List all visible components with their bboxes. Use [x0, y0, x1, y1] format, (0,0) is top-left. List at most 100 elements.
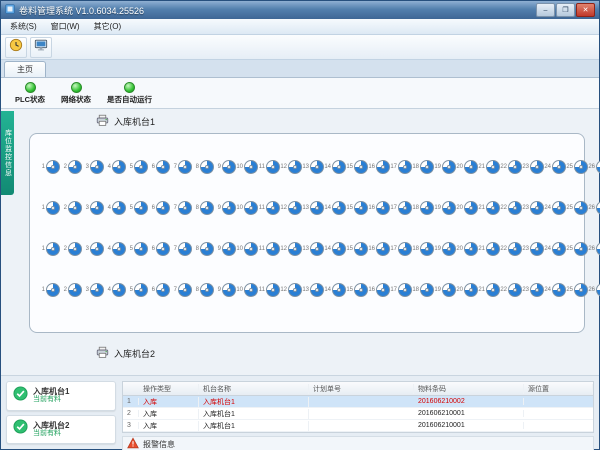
- column-header[interactable]: 源位置: [524, 384, 593, 394]
- coil-position[interactable]: 20: [456, 283, 478, 297]
- coil-position[interactable]: 17: [390, 160, 412, 174]
- menu-item[interactable]: 其它(O): [87, 21, 129, 32]
- coil-position[interactable]: 23: [522, 160, 544, 174]
- coil-position[interactable]: 20: [456, 160, 478, 174]
- coil-position[interactable]: 19: [434, 201, 456, 215]
- coil-position[interactable]: 17: [390, 201, 412, 215]
- coil-position[interactable]: 16: [368, 242, 390, 256]
- minimize-button[interactable]: –: [536, 3, 555, 17]
- coil-position[interactable]: 13: [302, 201, 324, 215]
- coil-position[interactable]: 6: [148, 201, 170, 215]
- side-tab[interactable]: 库位监控信息: [1, 111, 14, 195]
- coil-position[interactable]: 1: [38, 160, 60, 174]
- monitor-button[interactable]: [30, 37, 52, 58]
- coil-position[interactable]: 6: [148, 160, 170, 174]
- coil-position[interactable]: 11: [258, 283, 280, 297]
- coil-position[interactable]: 25: [566, 242, 588, 256]
- coil-position[interactable]: 23: [522, 201, 544, 215]
- coil-position[interactable]: 19: [434, 242, 456, 256]
- coil-position[interactable]: 21: [478, 242, 500, 256]
- coil-position[interactable]: 13: [302, 283, 324, 297]
- coil-position[interactable]: 21: [478, 201, 500, 215]
- coil-position[interactable]: 9: [214, 242, 236, 256]
- history-button[interactable]: [5, 37, 27, 58]
- coil-position[interactable]: 26: [588, 201, 600, 215]
- column-header[interactable]: 计划单号: [309, 384, 414, 394]
- coil-position[interactable]: 9: [214, 201, 236, 215]
- coil-position[interactable]: 5: [126, 201, 148, 215]
- coil-position[interactable]: 9: [214, 283, 236, 297]
- coil-position[interactable]: 24: [544, 160, 566, 174]
- coil-position[interactable]: 18: [412, 201, 434, 215]
- coil-position[interactable]: 19: [434, 160, 456, 174]
- coil-position[interactable]: 20: [456, 242, 478, 256]
- coil-position[interactable]: 16: [368, 160, 390, 174]
- coil-position[interactable]: 23: [522, 283, 544, 297]
- coil-position[interactable]: 15: [346, 242, 368, 256]
- printer-icon[interactable]: [96, 346, 109, 361]
- coil-position[interactable]: 14: [324, 160, 346, 174]
- coil-position[interactable]: 3: [82, 201, 104, 215]
- coil-position[interactable]: 10: [236, 160, 258, 174]
- coil-position[interactable]: 7: [170, 283, 192, 297]
- coil-position[interactable]: 12: [280, 201, 302, 215]
- printer-icon[interactable]: [96, 114, 109, 129]
- coil-position[interactable]: 12: [280, 242, 302, 256]
- coil-position[interactable]: 4: [104, 242, 126, 256]
- coil-position[interactable]: 10: [236, 201, 258, 215]
- coil-position[interactable]: 6: [148, 242, 170, 256]
- menu-item[interactable]: 系统(S): [3, 21, 44, 32]
- coil-position[interactable]: 5: [126, 160, 148, 174]
- coil-position[interactable]: 26: [588, 160, 600, 174]
- coil-position[interactable]: 22: [500, 201, 522, 215]
- coil-position[interactable]: 26: [588, 242, 600, 256]
- coil-position[interactable]: 8: [192, 242, 214, 256]
- coil-position[interactable]: 2: [60, 201, 82, 215]
- coil-position[interactable]: 1: [38, 283, 60, 297]
- coil-position[interactable]: 24: [544, 242, 566, 256]
- coil-position[interactable]: 4: [104, 160, 126, 174]
- coil-position[interactable]: 19: [434, 283, 456, 297]
- coil-position[interactable]: 20: [456, 201, 478, 215]
- coil-position[interactable]: 2: [60, 160, 82, 174]
- coil-position[interactable]: 7: [170, 242, 192, 256]
- coil-position[interactable]: 12: [280, 160, 302, 174]
- coil-position[interactable]: 17: [390, 283, 412, 297]
- coil-position[interactable]: 3: [82, 283, 104, 297]
- coil-position[interactable]: 21: [478, 283, 500, 297]
- machine-card[interactable]: 入库机台1当前有料: [6, 381, 116, 411]
- coil-position[interactable]: 14: [324, 201, 346, 215]
- coil-position[interactable]: 25: [566, 201, 588, 215]
- coil-position[interactable]: 8: [192, 283, 214, 297]
- coil-position[interactable]: 11: [258, 160, 280, 174]
- coil-position[interactable]: 6: [148, 283, 170, 297]
- title-bar[interactable]: 卷料管理系统 V1.0.6034.25526 – ❐ ✕: [1, 1, 599, 19]
- coil-position[interactable]: 8: [192, 160, 214, 174]
- table-row[interactable]: 3入库入库机台1201606210001: [123, 420, 593, 432]
- coil-position[interactable]: 11: [258, 201, 280, 215]
- maximize-button[interactable]: ❐: [556, 3, 575, 17]
- coil-position[interactable]: 7: [170, 201, 192, 215]
- coil-position[interactable]: 11: [258, 242, 280, 256]
- machine-card[interactable]: 入库机台2当前有料: [6, 415, 116, 445]
- coil-position[interactable]: 3: [82, 160, 104, 174]
- coil-position[interactable]: 16: [368, 201, 390, 215]
- coil-position[interactable]: 22: [500, 283, 522, 297]
- coil-position[interactable]: 21: [478, 160, 500, 174]
- column-header[interactable]: 机台名称: [199, 384, 309, 394]
- table-row[interactable]: 1入库入库机台1201606210002: [123, 396, 593, 408]
- coil-position[interactable]: 3: [82, 242, 104, 256]
- tab-home[interactable]: 主页: [4, 61, 46, 77]
- coil-position[interactable]: 15: [346, 283, 368, 297]
- coil-position[interactable]: 2: [60, 242, 82, 256]
- coil-position[interactable]: 22: [500, 242, 522, 256]
- coil-position[interactable]: 9: [214, 160, 236, 174]
- coil-position[interactable]: 14: [324, 283, 346, 297]
- coil-position[interactable]: 15: [346, 160, 368, 174]
- close-button[interactable]: ✕: [576, 3, 595, 17]
- coil-position[interactable]: 18: [412, 283, 434, 297]
- coil-position[interactable]: 25: [566, 283, 588, 297]
- column-header[interactable]: 操作类型: [139, 384, 199, 394]
- coil-position[interactable]: 7: [170, 160, 192, 174]
- coil-position[interactable]: 5: [126, 283, 148, 297]
